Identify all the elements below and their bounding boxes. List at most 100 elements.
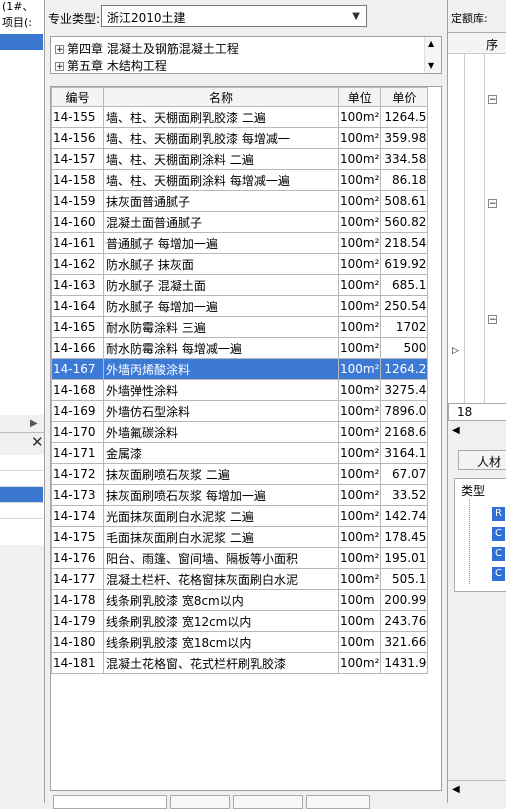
table-row[interactable]: 14-161 普通腻子 每增加一遍 100m² 218.54 (51, 232, 429, 254)
table-row[interactable]: 14-159 抹灰面普通腻子 100m² 508.61 (51, 190, 429, 212)
left-list-item[interactable] (0, 455, 43, 471)
table-row[interactable]: 14-164 防水腻子 每增加一遍 100m² 250.54 (51, 295, 429, 317)
row-name: 混凝土面普通腻子 (103, 211, 339, 233)
left-frag-label: 项目(: (2, 16, 32, 29)
table-row[interactable]: 14-155 墙、柱、天棚面刷乳胶漆 二遍 100m² 1264.5 (51, 106, 429, 128)
row-code: 14-156 (51, 127, 104, 149)
row-code: 14-163 (51, 274, 104, 296)
table-row[interactable]: 14-156 墙、柱、天棚面刷乳胶漆 每增减一 100m² 359.98 (51, 127, 429, 149)
table-row[interactable]: 14-157 墙、柱、天棚面刷涂料 二遍 100m² 334.58 (51, 148, 429, 170)
tab-materials[interactable]: 人材 (458, 450, 506, 470)
table-row[interactable]: 14-166 耐水防霉涂料 每增减一遍 100m² 500 (51, 337, 429, 359)
tab-label: 人材 (477, 455, 502, 469)
row-code: 14-179 (51, 610, 104, 632)
left-list-item[interactable] (0, 503, 43, 519)
row-unit: 100m² (337, 106, 382, 128)
row-code: 14-175 (51, 526, 104, 548)
row-name: 墙、柱、天棚面刷涂料 二遍 (103, 148, 339, 170)
chevron-left-icon[interactable]: ◀ (452, 425, 460, 436)
quota-grid: 编号 名称 单位 单价 14-155 墙、柱、天棚面刷乳胶漆 二遍 100m² 126… (51, 87, 429, 674)
row-code: 14-155 (51, 106, 104, 128)
left-panel: (1#、 项目(: ▶ ✕ (0, 0, 45, 803)
collapse-icon[interactable]: − (488, 95, 497, 105)
left-selected-row[interactable] (0, 34, 43, 50)
row-price: 500 (380, 337, 429, 359)
table-row[interactable]: 14-168 外墙弹性涂料 100m² 3275.4 (51, 379, 429, 401)
table-row[interactable]: 14-180 线条刷乳胶漆 宽18cm以内 100m 321.66 (51, 631, 429, 653)
table-row[interactable]: 14-178 线条刷乳胶漆 宽8cm以内 100m 200.99 (51, 589, 429, 611)
table-row[interactable]: 14-174 光面抹灰面刷白水泥浆 二遍 100m² 142.74 (51, 505, 429, 527)
chevron-left-icon[interactable]: ◀ (452, 784, 460, 795)
row-code: 14-159 (51, 190, 104, 212)
quota-browser-panel: 专业类型: 浙江2010土建 ▼ + 第四章 混凝土及钢筋混凝土工程 + 第五章 木… (45, 0, 447, 809)
row-name: 外墙仿石型涂料 (103, 400, 339, 422)
row-unit: 100m² (337, 337, 382, 359)
table-row[interactable]: 14-173 抹灰面刷喷石灰浆 每增加一遍 100m² 33.52 (51, 484, 429, 506)
column-header-unit[interactable]: 单位 (337, 87, 382, 107)
row-unit: 100m² (337, 274, 382, 296)
close-icon[interactable]: ✕ (31, 433, 44, 451)
table-row[interactable]: 14-179 线条刷乳胶漆 宽12cm以内 100m 243.76 (51, 610, 429, 632)
type-badge[interactable]: C (492, 547, 505, 561)
dropdown-arrow-icon[interactable]: ▼ (352, 11, 360, 22)
left-list-item[interactable] (0, 471, 43, 487)
column-header-price[interactable]: 单价 (380, 87, 429, 107)
left-lower-section: ▶ ✕ (0, 415, 44, 803)
table-row[interactable]: 14-163 防水腻子 混凝土面 100m² 685.1 (51, 274, 429, 296)
tree-scrollbar[interactable]: ▲ ▼ (424, 37, 441, 73)
row-price: 359.98 (380, 127, 429, 149)
row-unit: 100m² (337, 463, 382, 485)
row-unit: 100m² (337, 316, 382, 338)
tree-line (469, 499, 471, 584)
bottom-button[interactable] (306, 795, 370, 809)
table-row[interactable]: 14-170 外墙氟碳涂料 100m² 2168.6 (51, 421, 429, 443)
table-row[interactable]: 14-160 混凝土面普通腻子 100m² 560.82 (51, 211, 429, 233)
row-name: 防水腻子 每增加一遍 (103, 295, 339, 317)
table-row[interactable]: 14-176 阳台、雨篷、窗间墙、隔板等小面积 100m² 195.01 (51, 547, 429, 569)
collapse-icon[interactable]: − (488, 315, 497, 325)
table-row[interactable]: 14-175 毛面抹灰面刷白水泥浆 二遍 100m² 178.45 (51, 526, 429, 548)
right-hscroll[interactable]: ◀ (448, 780, 506, 801)
column-header-code[interactable]: 编号 (51, 87, 104, 107)
row-unit: 100m² (337, 400, 382, 422)
bottom-button[interactable] (170, 795, 230, 809)
row-name: 外墙氟碳涂料 (103, 421, 339, 443)
tree-item-chapter-5[interactable]: + 第五章 木结构工程 (55, 57, 167, 73)
table-row[interactable]: 14-158 墙、柱、天棚面刷涂料 每增减一遍 100m² 86.18 (51, 169, 429, 191)
table-row[interactable]: 14-171 金属漆 100m² 3164.1 (51, 442, 429, 464)
tree-item-chapter-4[interactable]: + 第四章 混凝土及钢筋混凝土工程 (55, 40, 239, 57)
row-price: 619.92 (380, 253, 429, 275)
page-number-field[interactable]: 18 (448, 403, 506, 421)
type-badge[interactable]: C (492, 527, 505, 541)
table-row[interactable]: 14-165 耐水防霉涂料 三遍 100m² 1702 (51, 316, 429, 338)
type-badge[interactable]: C (492, 567, 505, 581)
type-badge[interactable]: R (492, 507, 505, 521)
table-row[interactable]: 14-172 抹灰面刷喷石灰浆 二遍 100m² 67.07 (51, 463, 429, 485)
table-row-selected[interactable]: 14-167 外墙丙烯酸涂料 100m² 1264.2 (51, 358, 429, 380)
left-list-item-selected[interactable] (0, 487, 43, 503)
row-name: 光面抹灰面刷白水泥浆 二遍 (103, 505, 339, 527)
quota-table: 编号 名称 单位 单价 14-155 墙、柱、天棚面刷乳胶漆 二遍 100m² 126… (50, 86, 442, 791)
row-name: 外墙弹性涂料 (103, 379, 339, 401)
row-code: 14-166 (51, 337, 104, 359)
table-row[interactable]: 14-169 外墙仿石型涂料 100m² 7896.0 (51, 400, 429, 422)
collapse-icon[interactable]: − (488, 199, 497, 209)
row-price: 321.66 (380, 631, 429, 653)
row-code: 14-178 (51, 589, 104, 611)
row-name: 普通腻子 每增加一遍 (103, 232, 339, 254)
bottom-input[interactable] (53, 795, 167, 809)
row-price: 685.1 (380, 274, 429, 296)
chevron-right-icon[interactable]: ▶ (30, 418, 38, 429)
row-name: 墙、柱、天棚面刷涂料 每增减一遍 (103, 169, 339, 191)
row-code: 14-176 (51, 547, 104, 569)
table-row[interactable]: 14-177 混凝土栏杆、花格窗抹灰面刷白水泥 100m² 505.1 (51, 568, 429, 590)
scroll-down-icon[interactable]: ▼ (428, 61, 434, 70)
expand-icon[interactable]: + (55, 45, 64, 55)
bottom-button[interactable] (233, 795, 303, 809)
table-row[interactable]: 14-181 混凝土花格窗、花式栏杆刷乳胶漆 100m² 1431.9 (51, 652, 429, 674)
expand-icon[interactable]: + (55, 62, 64, 72)
scroll-up-icon[interactable]: ▲ (428, 39, 434, 48)
spec-type-select[interactable]: 浙江2010土建 ▼ (101, 5, 367, 27)
table-row[interactable]: 14-162 防水腻子 抹灰面 100m² 619.92 (51, 253, 429, 275)
column-header-name[interactable]: 名称 (103, 87, 339, 107)
